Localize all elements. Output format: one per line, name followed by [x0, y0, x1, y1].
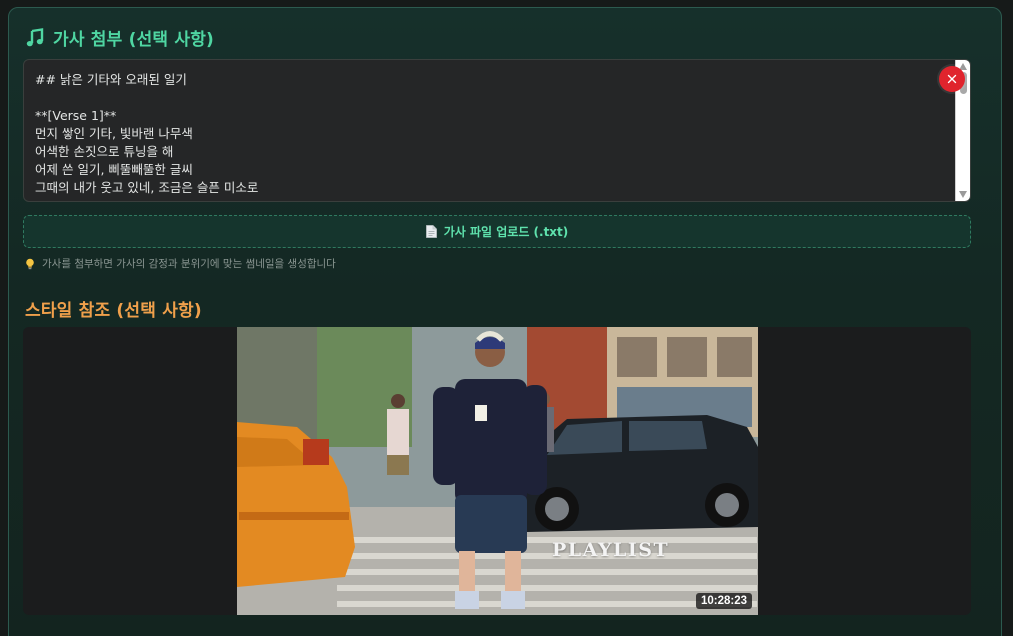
upload-button-label: 가사 파일 업로드 (.txt) [443, 225, 569, 239]
thumbnail-overlay-text: PLAYLIST [552, 539, 670, 561]
scroll-down-arrow-icon[interactable] [959, 191, 967, 198]
hint-text: 가사를 첨부하면 가사의 감정과 분위기에 맞는 썸네일을 생성합니다 [42, 258, 336, 270]
style-reference-thumbnail[interactable]: PLAYLIST 10:28:23 [237, 327, 758, 615]
lyrics-content[interactable]: ## 낡은 기타와 오래된 일기 **[Verse 1]** 먼지 쌓인 기타,… [35, 71, 950, 197]
style-reference-dropzone[interactable]: PLAYLIST 10:28:23 [23, 327, 971, 615]
lyrics-hint: 가사를 첨부하면 가사의 감정과 분위기에 맞는 썸네일을 생성합니다 [25, 256, 336, 271]
document-icon [425, 225, 437, 238]
upload-lyrics-file-button[interactable]: 가사 파일 업로드 (.txt) [23, 215, 971, 248]
street-photo [237, 327, 758, 615]
clear-lyrics-button[interactable] [939, 66, 965, 92]
style-section-title: 스타일 참조 (선택 사항) [25, 296, 202, 321]
lightbulb-icon [26, 258, 34, 269]
lyrics-textarea[interactable]: ## 낡은 기타와 오래된 일기 **[Verse 1]** 먼지 쌓인 기타,… [23, 59, 971, 202]
lyrics-section-title: 가사 첨부 (선택 사항) [25, 25, 214, 50]
lyrics-title-text: 가사 첨부 (선택 사항) [53, 30, 215, 50]
close-icon [947, 74, 957, 84]
music-note-icon [26, 27, 44, 46]
video-duration-badge: 10:28:23 [695, 593, 752, 609]
style-title-text: 스타일 참조 (선택 사항) [25, 301, 202, 321]
